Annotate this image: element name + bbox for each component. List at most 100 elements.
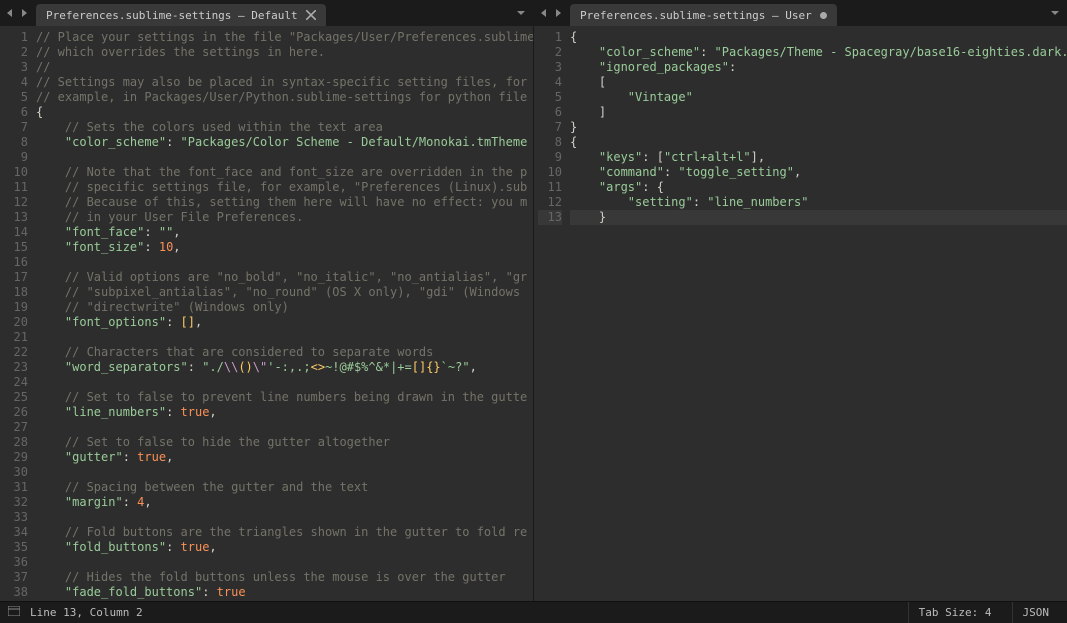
gutter-left: 1234567891011121314151617181920212223242…: [0, 26, 36, 601]
status-cursor: Line 13, Column 2: [30, 606, 143, 619]
line-number: 16: [4, 255, 28, 270]
line-number: 12: [538, 195, 562, 210]
code-line[interactable]: [: [570, 75, 1067, 90]
line-number: 31: [4, 480, 28, 495]
code-line[interactable]: // Note that the font_face and font_size…: [36, 165, 533, 180]
code-line[interactable]: "font_options": [],: [36, 315, 533, 330]
close-icon[interactable]: [306, 10, 316, 20]
code-line[interactable]: }: [570, 210, 1067, 225]
line-number: 7: [538, 120, 562, 135]
code-line[interactable]: // Characters that are considered to sep…: [36, 345, 533, 360]
status-tab-size[interactable]: Tab Size: 4: [908, 602, 1002, 623]
code-line[interactable]: "word_separators": "./\\()\"'-:,.;<>~!@#…: [36, 360, 533, 375]
line-number: 4: [4, 75, 28, 90]
code-line[interactable]: "Vintage": [570, 90, 1067, 105]
tab-bar-left: Preferences.sublime-settings — Default: [0, 0, 533, 26]
tab-history-back-icon[interactable]: [4, 7, 16, 19]
code-line[interactable]: [36, 420, 533, 435]
line-number: 20: [4, 315, 28, 330]
code-line[interactable]: [36, 555, 533, 570]
code-right[interactable]: { "color_scheme": "Packages/Theme - Spac…: [570, 26, 1067, 601]
editor-right[interactable]: 12345678910111213 { "color_scheme": "Pac…: [534, 26, 1067, 601]
code-line[interactable]: "gutter": true,: [36, 450, 533, 465]
line-number: 8: [4, 135, 28, 150]
code-line[interactable]: // Fold buttons are the triangles shown …: [36, 525, 533, 540]
code-line[interactable]: // which overrides the settings in here.: [36, 45, 533, 60]
tab-overflow-icon[interactable]: [513, 6, 529, 20]
code-line[interactable]: [36, 150, 533, 165]
code-line[interactable]: [36, 330, 533, 345]
tab-history-back-icon[interactable]: [538, 7, 550, 19]
code-line[interactable]: "ignored_packages":: [570, 60, 1067, 75]
line-number: 10: [538, 165, 562, 180]
code-line[interactable]: // in your User File Preferences.: [36, 210, 533, 225]
status-syntax[interactable]: JSON: [1012, 602, 1060, 623]
left-pane: Preferences.sublime-settings — Default 1…: [0, 0, 534, 601]
line-number: 36: [4, 555, 28, 570]
tab-overflow-icon[interactable]: [1047, 6, 1063, 20]
line-number: 10: [4, 165, 28, 180]
line-number: 4: [538, 75, 562, 90]
code-line[interactable]: [36, 255, 533, 270]
tab-history-forward-icon[interactable]: [552, 7, 564, 19]
code-line[interactable]: "keys": ["ctrl+alt+l"],: [570, 150, 1067, 165]
code-line[interactable]: //: [36, 60, 533, 75]
code-line[interactable]: "command": "toggle_setting",: [570, 165, 1067, 180]
code-line[interactable]: "font_face": "",: [36, 225, 533, 240]
gutter-right: 12345678910111213: [534, 26, 570, 601]
editor-left[interactable]: 1234567891011121314151617181920212223242…: [0, 26, 533, 601]
code-line[interactable]: // Set to false to prevent line numbers …: [36, 390, 533, 405]
line-number: 6: [538, 105, 562, 120]
code-line[interactable]: [36, 510, 533, 525]
code-line[interactable]: // Because of this, setting them here wi…: [36, 195, 533, 210]
code-line[interactable]: {: [36, 105, 533, 120]
code-line[interactable]: "color_scheme": "Packages/Theme - Spaceg…: [570, 45, 1067, 60]
code-line[interactable]: "font_size": 10,: [36, 240, 533, 255]
code-line[interactable]: "line_numbers": true,: [36, 405, 533, 420]
code-line[interactable]: // Place your settings in the file "Pack…: [36, 30, 533, 45]
line-number: 6: [4, 105, 28, 120]
code-line[interactable]: "margin": 4,: [36, 495, 533, 510]
code-line[interactable]: "color_scheme": "Packages/Color Scheme -…: [36, 135, 533, 150]
code-line[interactable]: [36, 465, 533, 480]
code-line[interactable]: "setting": "line_numbers": [570, 195, 1067, 210]
code-line[interactable]: "fold_buttons": true,: [36, 540, 533, 555]
line-number: 32: [4, 495, 28, 510]
status-bar: Line 13, Column 2 Tab Size: 4 JSON: [0, 601, 1067, 623]
code-line[interactable]: // specific settings file, for example, …: [36, 180, 533, 195]
line-number: 30: [4, 465, 28, 480]
tab-user-preferences[interactable]: Preferences.sublime-settings — User: [570, 4, 837, 26]
code-line[interactable]: {: [570, 135, 1067, 150]
dirty-indicator-icon[interactable]: [820, 12, 827, 19]
code-line[interactable]: // Sets the colors used within the text …: [36, 120, 533, 135]
line-number: 34: [4, 525, 28, 540]
code-line[interactable]: ]: [570, 105, 1067, 120]
code-line[interactable]: {: [570, 30, 1067, 45]
code-line[interactable]: // Valid options are "no_bold", "no_ital…: [36, 270, 533, 285]
line-number: 18: [4, 285, 28, 300]
tab-history-forward-icon[interactable]: [18, 7, 30, 19]
line-number: 11: [538, 180, 562, 195]
line-number: 19: [4, 300, 28, 315]
panel-switcher-icon[interactable]: [8, 606, 20, 619]
line-number: 21: [4, 330, 28, 345]
tab-default-preferences[interactable]: Preferences.sublime-settings — Default: [36, 4, 326, 26]
line-number: 7: [4, 120, 28, 135]
code-line[interactable]: // Set to false to hide the gutter altog…: [36, 435, 533, 450]
line-number: 17: [4, 270, 28, 285]
code-line[interactable]: "args": {: [570, 180, 1067, 195]
code-line[interactable]: // Hides the fold buttons unless the mou…: [36, 570, 533, 585]
code-line[interactable]: // example, in Packages/User/Python.subl…: [36, 90, 533, 105]
code-line[interactable]: }: [570, 120, 1067, 135]
line-number: 38: [4, 585, 28, 600]
line-number: 8: [538, 135, 562, 150]
code-left[interactable]: // Place your settings in the file "Pack…: [36, 26, 533, 601]
line-number: 1: [538, 30, 562, 45]
code-line[interactable]: "fade_fold_buttons": true: [36, 585, 533, 600]
code-line[interactable]: // Spacing between the gutter and the te…: [36, 480, 533, 495]
code-line[interactable]: // "directwrite" (Windows only): [36, 300, 533, 315]
code-line[interactable]: [36, 375, 533, 390]
code-line[interactable]: // "subpixel_antialias", "no_round" (OS …: [36, 285, 533, 300]
code-line[interactable]: // Settings may also be placed in syntax…: [36, 75, 533, 90]
line-number: 25: [4, 390, 28, 405]
